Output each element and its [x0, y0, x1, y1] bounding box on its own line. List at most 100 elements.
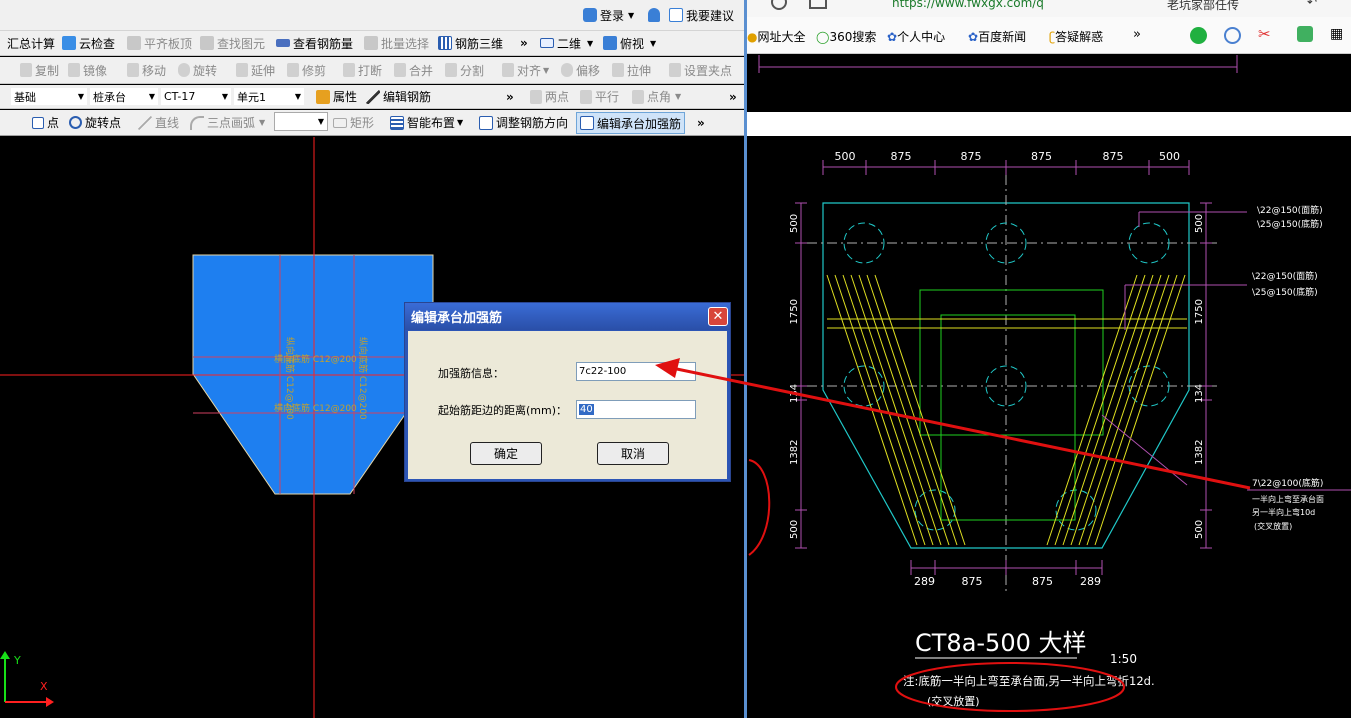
extension-icon[interactable] — [1297, 26, 1313, 42]
edit-cap-reinforcement-dialog: 编辑承台加强筋 ✕ 加强筋信息： 7c22-100 起始筋距边的距离(mm)： … — [404, 302, 731, 482]
line-button[interactable]: 直线 — [138, 110, 179, 135]
break-button[interactable]: 打断 — [343, 57, 382, 83]
dimension-text: 500 — [789, 520, 800, 539]
split-icon — [445, 63, 457, 77]
rebar-3d-button[interactable]: 钢筋三维 — [438, 31, 503, 55]
mirror-button[interactable]: 镜像 — [68, 57, 107, 83]
chat-icon — [669, 8, 683, 22]
search-text[interactable]: 老坑家部任传 — [1167, 0, 1239, 13]
reinforcement-info-input[interactable]: 7c22-100 — [576, 362, 696, 381]
type-combo[interactable]: 桩承台 ▼ — [89, 87, 159, 106]
grid-icon[interactable]: ▦ — [1330, 26, 1343, 42]
offset-button[interactable]: 偏移 — [561, 57, 600, 83]
copy-button[interactable]: 复制 — [20, 57, 59, 83]
rebar-note: \25@150(底筋) — [1252, 286, 1318, 298]
more-chevron-icon[interactable]: » — [729, 85, 737, 108]
align-button[interactable]: 对齐 ▼ — [502, 57, 549, 83]
view-rebar-qty-button[interactable]: 查看钢筋量 — [276, 31, 353, 55]
more-chevron-icon[interactable]: » — [506, 85, 514, 108]
arc-button[interactable]: 三点画弧 ▼ — [190, 110, 265, 135]
more-chevron-icon[interactable]: » — [697, 110, 705, 135]
reinforcement-info-label: 加强筋信息： — [438, 367, 504, 380]
rectangle-button[interactable]: 矩形 — [333, 110, 374, 135]
bookmark-item[interactable]: ʗ答疑解惑 — [1049, 28, 1103, 45]
cancel-button[interactable]: 取消 — [597, 442, 669, 465]
cloud-check-icon — [62, 36, 76, 50]
back-icon[interactable]: ↶ — [1307, 0, 1317, 9]
point-button[interactable]: 点 — [32, 110, 59, 135]
bookmark-item[interactable]: ✿个人中心 — [887, 28, 945, 45]
grip-button[interactable]: 设置夹点 — [669, 57, 732, 83]
home-icon[interactable] — [809, 0, 827, 9]
view-2d-dropdown[interactable]: 二维 ▼ — [540, 31, 593, 55]
layer-combo[interactable]: 基础 ▼ — [10, 87, 88, 106]
refresh-icon[interactable] — [771, 0, 787, 10]
dimension-text: 134 — [789, 384, 800, 403]
toolbar-filter: 基础 ▼ 桩承台 ▼ CT-17 ▼ 单元1 ▼ 属性 编辑钢筋 » 两点 平行 点角 ▼… — [0, 85, 744, 109]
find-element-button[interactable]: 查找图元 — [200, 31, 265, 55]
feedback-button[interactable]: 我要建议 — [669, 0, 734, 30]
edit-rebar-button[interactable]: 编辑钢筋 — [366, 85, 431, 108]
adjust-rebar-dir-button[interactable]: 调整钢筋方向 — [479, 110, 568, 135]
dimension-text: 875 — [962, 575, 983, 588]
axis-y-label: Y — [13, 654, 21, 667]
dimension-text: 875 — [891, 150, 912, 163]
scissors-icon[interactable]: ✂ — [1258, 25, 1271, 43]
trim-icon — [287, 63, 299, 77]
cloud-check-button[interactable]: 云检查 — [62, 31, 115, 55]
two-point-button[interactable]: 两点 — [530, 85, 569, 108]
unit-combo[interactable]: 单元1 ▼ — [233, 87, 305, 106]
flush-slab-button[interactable]: 平齐板顶 — [127, 31, 192, 55]
batch-select-button[interactable]: 批量选择 — [364, 31, 429, 55]
browser-window: https://www.fwxgx.com/q 老坑家部任传 ↶ ●网址大全 ◯… — [747, 0, 1351, 718]
close-icon[interactable]: ✕ — [708, 307, 728, 326]
more-chevron-icon[interactable]: » — [520, 31, 528, 55]
name-combo[interactable]: CT-17 ▼ — [160, 87, 232, 106]
diagonal-rebar — [850, 274, 942, 546]
shape-combo[interactable]: ▼ — [274, 112, 328, 131]
bookmark-bar: ●网址大全 ◯360搜索 ✿个人中心 ✿百度新闻 ʗ答疑解惑 » ✂ ▦ — [747, 17, 1351, 54]
extension-icon[interactable] — [1190, 27, 1207, 44]
extension-icon[interactable] — [1224, 27, 1241, 44]
extend-button[interactable]: 延伸 — [236, 57, 275, 83]
bell-icon[interactable] — [648, 0, 663, 30]
dimension-text: 289 — [1080, 575, 1101, 588]
url-text[interactable]: https://www.fwxgx.com/q — [892, 0, 1044, 10]
login-button[interactable]: 登录 ▼ — [583, 0, 634, 30]
attribute-button[interactable]: 属性 — [316, 85, 357, 108]
stretch-button[interactable]: 拉伸 — [612, 57, 651, 83]
diagonal-rebar — [1070, 274, 1162, 546]
point-icon — [32, 116, 44, 129]
drawing-note: 注:底筋一半向上弯至承台面,另一半向上弯折12d. — [903, 674, 1155, 688]
more-chevron-icon[interactable]: » — [1133, 27, 1141, 42]
move-button[interactable]: 移动 — [127, 57, 166, 83]
batch-icon — [364, 36, 378, 50]
annotation-bracket — [748, 459, 771, 556]
view-top-dropdown[interactable]: 俯视 ▼ — [603, 31, 656, 55]
parallel-button[interactable]: 平行 — [580, 85, 619, 108]
dimension-text: 875 — [1103, 150, 1124, 163]
arc-icon — [190, 115, 204, 130]
toolbar-edit: 复制 镜像 移动 旋转 延伸 修剪 打断 合并 分割 对齐 ▼ 偏移 拉伸 设置夹… — [0, 57, 744, 84]
rotate-point-button[interactable]: 旋转点 — [69, 110, 121, 135]
bookmark-item[interactable]: ✿百度新闻 — [968, 28, 1026, 45]
dimension-text: 875 — [1032, 575, 1053, 588]
point-angle-button[interactable]: 点角 ▼ — [632, 85, 681, 108]
bookmark-item[interactable]: ●网址大全 — [747, 28, 806, 45]
trim-button[interactable]: 修剪 — [287, 57, 326, 83]
line-icon — [138, 115, 152, 130]
merge-button[interactable]: 合并 — [394, 57, 433, 83]
dialog-title-bar[interactable]: 编辑承台加强筋 — [405, 303, 730, 330]
copy-icon — [20, 63, 32, 77]
rectangle-icon — [333, 117, 347, 128]
rotate-button[interactable]: 旋转 — [178, 57, 217, 83]
split-button[interactable]: 分割 — [445, 57, 484, 83]
rebar-note: 一半向上弯至承台面 — [1252, 494, 1324, 504]
smart-layout-button[interactable]: 智能布置 ▼ — [390, 110, 463, 135]
start-distance-input[interactable]: 40 — [576, 400, 696, 419]
bookmark-item[interactable]: ◯360搜索 — [816, 28, 876, 45]
ok-button[interactable]: 确定 — [470, 442, 542, 465]
edit-cap-reinforcement-button[interactable]: 编辑承台加强筋 — [576, 112, 686, 134]
summary-calc-button[interactable]: 汇总计算 — [7, 31, 55, 55]
rotate-point-icon — [69, 116, 82, 129]
